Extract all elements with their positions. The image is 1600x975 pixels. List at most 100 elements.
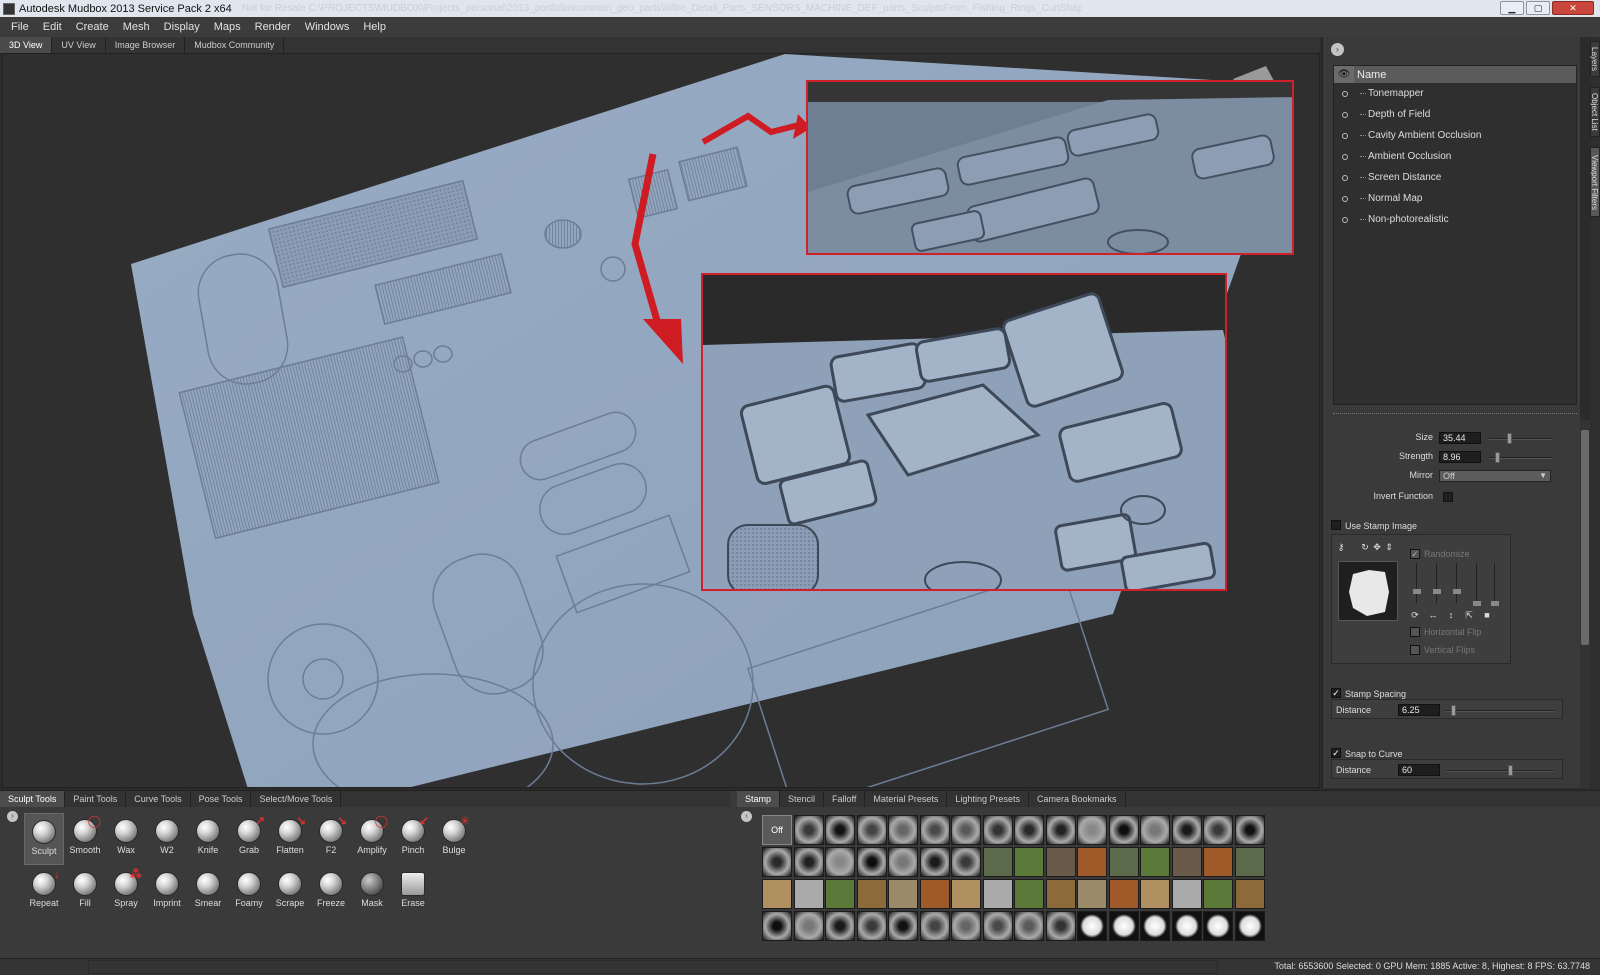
spacing-distance-field[interactable]: 6.25 xyxy=(1398,704,1440,716)
stamp-thumbnail[interactable] xyxy=(982,911,1013,941)
stamp-thumbnail[interactable] xyxy=(1203,847,1233,877)
stamp-thumbnail[interactable] xyxy=(888,847,918,877)
horizontal-flip-icon[interactable]: ↔ xyxy=(1428,611,1438,621)
menu-windows[interactable]: Windows xyxy=(298,21,357,33)
stamp-thumbnail[interactable] xyxy=(762,847,792,877)
stamp-thumbnail[interactable] xyxy=(1203,815,1233,845)
stamp-thumbnail[interactable] xyxy=(1014,911,1044,941)
reset-icon[interactable]: ⟳ xyxy=(1410,611,1420,621)
visibility-dot-icon[interactable] xyxy=(1342,111,1348,118)
snap-distance-field[interactable]: 60 xyxy=(1398,764,1440,776)
stamp-thumbnail[interactable] xyxy=(951,815,981,845)
invert-function-checkbox[interactable] xyxy=(1443,492,1453,502)
snap-to-curve-checkbox[interactable]: ✓ xyxy=(1331,748,1341,758)
stamp-thumbnail[interactable] xyxy=(1045,847,1076,877)
stamp-thumbnail[interactable] xyxy=(1108,911,1139,941)
stamp-thumbnail[interactable] xyxy=(1234,911,1265,941)
tool-pinch[interactable]: ↙ Pinch xyxy=(393,813,433,865)
stamp-off-button[interactable]: Off xyxy=(762,815,792,845)
tool-foamy[interactable]: Foamy xyxy=(229,866,269,918)
stamp-thumbnail[interactable] xyxy=(825,815,855,845)
updown-icon[interactable]: ⇕ xyxy=(1384,543,1394,553)
key-icon[interactable]: ⚷ xyxy=(1336,543,1346,553)
stamp-thumbnail[interactable] xyxy=(856,879,887,909)
stamp-thumbnail[interactable] xyxy=(1140,911,1170,941)
stamp-thumbnail[interactable] xyxy=(982,847,1013,877)
stamp-thumbnail[interactable] xyxy=(825,911,855,941)
stamp-thumbnail[interactable] xyxy=(1108,879,1139,909)
visibility-dot-icon[interactable] xyxy=(1342,153,1348,160)
snap-distance-slider[interactable] xyxy=(1446,765,1554,776)
stamp-thumbnail[interactable] xyxy=(1014,847,1044,877)
menu-mesh[interactable]: Mesh xyxy=(116,21,157,33)
stamp-thumbnail[interactable] xyxy=(856,847,887,877)
tool-amplify[interactable]: ◯ Amplify xyxy=(352,813,392,865)
stamp-thumbnail[interactable] xyxy=(1234,879,1265,909)
stamp-thumbnail[interactable] xyxy=(1171,847,1202,877)
visibility-dot-icon[interactable] xyxy=(1342,174,1348,181)
close-button[interactable]: ✕ xyxy=(1552,1,1594,15)
tool-repeat[interactable]: ↓ Repeat xyxy=(24,866,64,918)
filter-item-cavity-ao[interactable]: Cavity Ambient Occlusion xyxy=(1334,125,1576,146)
tab-pose-tools[interactable]: Pose Tools xyxy=(191,791,252,807)
menu-render[interactable]: Render xyxy=(248,21,298,33)
randomize-sliders[interactable] xyxy=(1412,563,1502,607)
stamp-thumbnail[interactable] xyxy=(1203,911,1233,941)
tab-select-move-tools[interactable]: Select/Move Tools xyxy=(251,791,342,807)
strength-field[interactable]: 8.96 xyxy=(1439,451,1481,463)
menu-edit[interactable]: Edit xyxy=(36,21,69,33)
size-field[interactable]: 35.44 xyxy=(1439,432,1481,444)
menu-create[interactable]: Create xyxy=(69,21,116,33)
stamp-thumbnail[interactable] xyxy=(919,879,950,909)
stamp-thumbnail[interactable] xyxy=(1171,879,1202,909)
properties-scrollbar[interactable] xyxy=(1580,420,1590,788)
visibility-dot-icon[interactable] xyxy=(1342,132,1348,139)
stamp-thumbnail[interactable] xyxy=(888,879,918,909)
filter-item-non-photorealistic[interactable]: Non-photorealistic xyxy=(1334,209,1576,230)
stamp-thumbnail[interactable] xyxy=(856,815,887,845)
tab-paint-tools[interactable]: Paint Tools xyxy=(65,791,127,807)
tool-knife[interactable]: Knife xyxy=(188,813,228,865)
stamp-thumbnail[interactable] xyxy=(1140,879,1170,909)
mirror-dropdown[interactable]: Off ▼ xyxy=(1439,470,1551,482)
square-icon[interactable]: ■ xyxy=(1482,611,1492,621)
stamp-thumbnail[interactable] xyxy=(919,815,950,845)
vertical-flips-checkbox[interactable] xyxy=(1410,645,1420,655)
visibility-eye-icon[interactable]: 👁 xyxy=(1334,66,1354,83)
tab-stamp[interactable]: Stamp xyxy=(737,791,781,807)
stamp-thumbnail[interactable] xyxy=(793,815,824,845)
stamp-thumbnail[interactable] xyxy=(762,879,792,909)
tab-falloff[interactable]: Falloff xyxy=(824,791,866,807)
tab-object-list[interactable]: Object List xyxy=(1590,87,1600,137)
stamp-thumbnail[interactable] xyxy=(1077,847,1107,877)
menu-file[interactable]: File xyxy=(4,21,36,33)
strength-slider-handle[interactable] xyxy=(1495,452,1500,463)
panel-splitter[interactable] xyxy=(1333,413,1577,416)
spacing-distance-slider[interactable] xyxy=(1446,705,1554,716)
snap-slider-handle[interactable] xyxy=(1508,765,1513,776)
stamp-thumbnail[interactable] xyxy=(888,815,918,845)
filter-item-ambient-occlusion[interactable]: Ambient Occlusion xyxy=(1334,146,1576,167)
maximize-button[interactable]: ▢ xyxy=(1526,1,1550,15)
stamp-thumbnail[interactable] xyxy=(793,911,824,941)
stamp-thumbnail[interactable] xyxy=(1045,879,1076,909)
tool-scrape[interactable]: Scrape xyxy=(270,866,310,918)
tool-erase[interactable]: Erase xyxy=(393,866,433,918)
stamp-thumbnail[interactable] xyxy=(1234,847,1265,877)
tab-3d-view[interactable]: 3D View xyxy=(0,37,53,53)
tool-wax[interactable]: Wax xyxy=(106,813,146,865)
stamp-thumbnail[interactable] xyxy=(1140,815,1170,845)
stamp-thumbnail[interactable] xyxy=(951,847,981,877)
tab-stencil[interactable]: Stencil xyxy=(780,791,825,807)
horizontal-flip-checkbox[interactable] xyxy=(1410,627,1420,637)
stamp-thumbnail[interactable] xyxy=(1045,911,1076,941)
stamp-thumbnail[interactable] xyxy=(1234,815,1265,845)
tool-spray[interactable]: ⁂ Spray xyxy=(106,866,146,918)
tool-f2[interactable]: ↘ F2 xyxy=(311,813,351,865)
filter-item-normal-map[interactable]: Normal Map xyxy=(1334,188,1576,209)
stamp-thumbnail[interactable] xyxy=(1014,815,1044,845)
stamp-thumbnail[interactable] xyxy=(1171,911,1202,941)
randomize-checkbox[interactable]: ✓ xyxy=(1410,549,1420,559)
tool-sculpt[interactable]: Sculpt xyxy=(24,813,64,865)
stamp-thumbnail[interactable] xyxy=(825,847,855,877)
